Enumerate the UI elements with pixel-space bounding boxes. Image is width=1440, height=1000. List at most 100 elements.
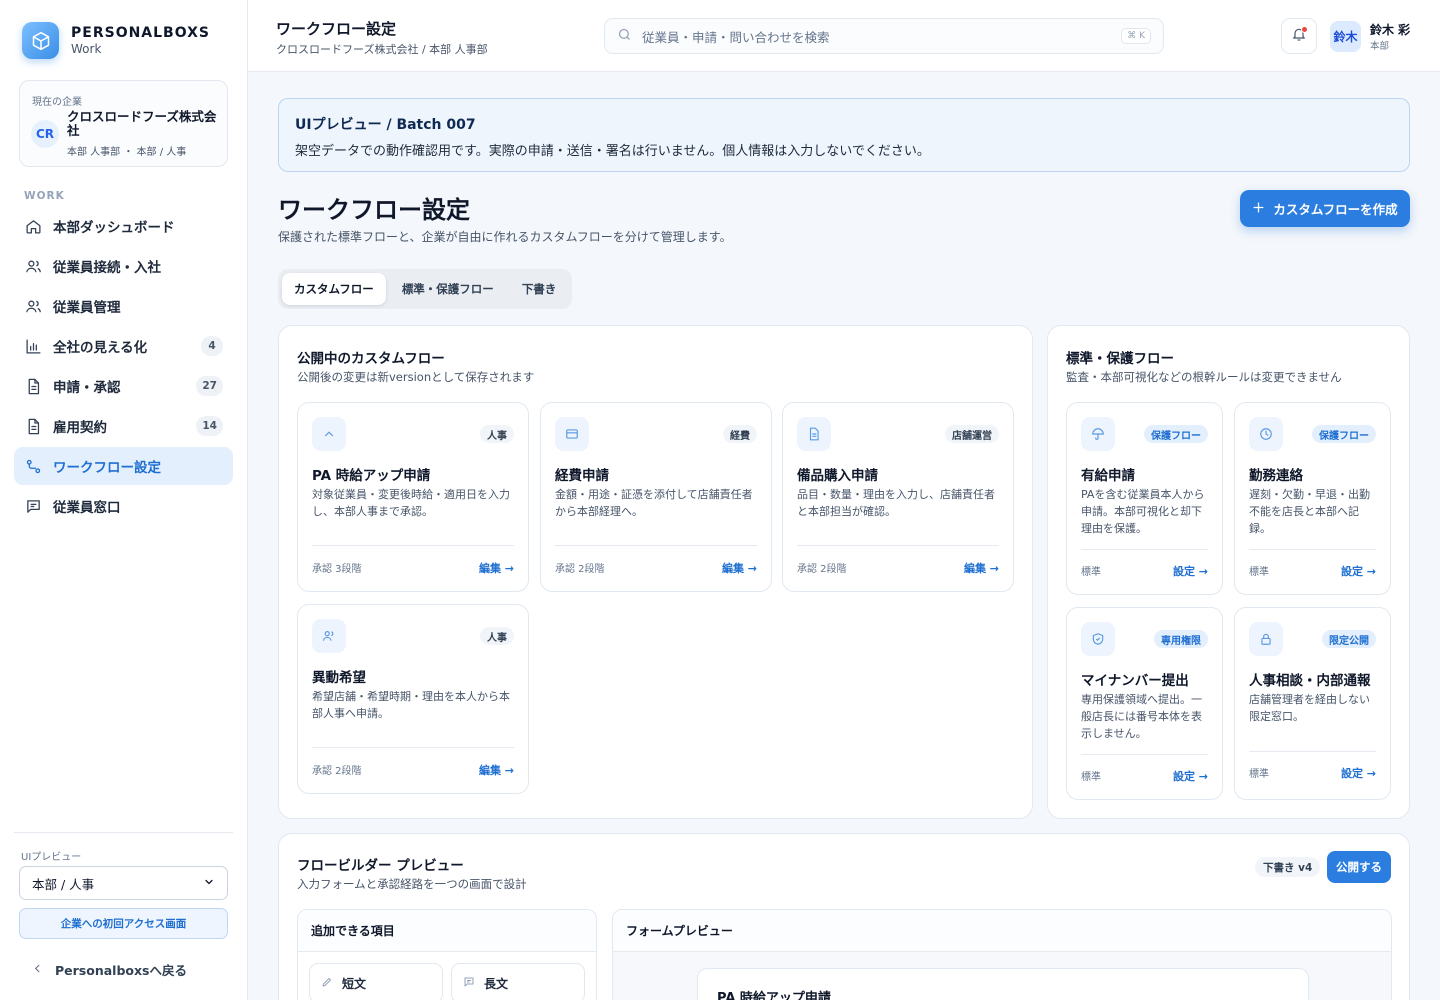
umbrella-icon xyxy=(1081,417,1115,451)
sidebar-item-label: 本部ダッシュボード xyxy=(53,220,175,236)
shield-icon xyxy=(1081,622,1115,656)
divider xyxy=(1081,549,1208,550)
form-preview-card: PA 時給アップ申請 xyxy=(697,968,1309,1000)
flow-card-title: 人事相談・内部通報 xyxy=(1249,673,1371,689)
page-title: ワークフロー設定 xyxy=(278,196,470,224)
protection-tag: 保護フロー xyxy=(1312,425,1376,443)
settings-link[interactable]: 設定 → xyxy=(1173,563,1208,579)
flow-card[interactable]: 保護フロー 有給申請 PAを含む従業員本人から申請。本部可視化と却下理由を保護。… xyxy=(1066,402,1223,595)
panel-subtitle: 監査・本部可視化などの根幹ルールは変更できません xyxy=(1066,370,1342,384)
nav-section-label: WORK xyxy=(24,190,65,202)
bar-chart-icon xyxy=(24,337,42,355)
form-preview-canvas: PA 時給アップ申請 xyxy=(613,952,1391,1000)
flow-card[interactable]: 店舗運営 備品購入申請 品目・数量・理由を入力し、店舗責任者と本部担当が確認。 … xyxy=(782,402,1014,592)
count-badge: 14 xyxy=(196,416,223,436)
panel-title: 公開中のカスタムフロー xyxy=(297,351,445,367)
count-badge: 27 xyxy=(196,376,223,396)
settings-link[interactable]: 設定 → xyxy=(1173,768,1208,784)
users-icon xyxy=(24,257,42,275)
form-preview-title: フォームプレビュー xyxy=(613,910,1391,952)
edit-link[interactable]: 編集 → xyxy=(479,560,514,576)
notice-title: UIプレビュー / Batch 007 xyxy=(295,117,476,133)
sidebar-item-visibility[interactable]: 全社の見える化 4 xyxy=(14,327,233,365)
flow-card-title: 備品購入申請 xyxy=(797,468,878,484)
sidebar-item-contracts[interactable]: 雇用契約 14 xyxy=(14,407,233,445)
field-short-text[interactable]: 短文 xyxy=(309,963,443,1000)
panel-subtitle: 公開後の変更は新versionとして保存されます xyxy=(297,370,535,384)
notifications-button[interactable] xyxy=(1281,18,1317,54)
flow-type: 標準 xyxy=(1081,772,1101,783)
create-custom-flow-button[interactable]: カスタムフローを作成 xyxy=(1240,190,1410,227)
sidebar-item-helpdesk[interactable]: 従業員窓口 xyxy=(14,487,233,525)
sidebar-item-onboarding[interactable]: 従業員接続・入社 xyxy=(14,247,233,285)
flow-builder-panel: フロービルダー プレビュー 入力フォームと承認経路を一つの画面で設計 追加できる… xyxy=(278,833,1410,1000)
sidebar-item-label: 従業員窓口 xyxy=(53,500,121,516)
company-switcher[interactable]: 現在の企業 CR クロスロードフーズ株式会社 本部 人事部 ・ 本部 / 人事 xyxy=(19,80,228,167)
page-header-title: ワークフロー設定 xyxy=(276,20,397,38)
plus-icon xyxy=(1252,201,1265,217)
brand-sub: Work xyxy=(71,42,102,56)
edit-link[interactable]: 編集 → xyxy=(964,560,999,576)
flow-type: 標準 xyxy=(1249,769,1269,780)
first-access-button[interactable]: 企業への初回アクセス画面 xyxy=(19,908,228,939)
tab-custom-flow[interactable]: カスタムフロー xyxy=(282,273,386,305)
category-tag: 経費 xyxy=(723,425,757,443)
edit-link[interactable]: 編集 → xyxy=(479,762,514,778)
flow-card-desc: 店舗管理者を経由しない限定窓口。 xyxy=(1249,693,1370,723)
notification-dot xyxy=(1301,26,1308,33)
role-preview-value: 本部 / 人事 xyxy=(32,876,95,892)
flow-card[interactable]: 専用権限 マイナンバー提出 専用保護領域へ提出。一般店長には番号本体を表示しませ… xyxy=(1066,607,1223,800)
chevron-down-icon xyxy=(203,876,215,891)
sidebar-item-workflow[interactable]: ワークフロー設定 xyxy=(14,447,233,485)
divider xyxy=(797,545,999,546)
search-shortcut: ⌘ K xyxy=(1121,28,1151,44)
field-long-text[interactable]: 長文 xyxy=(451,963,585,1000)
sidebar-item-dashboard[interactable]: 本部ダッシュボード xyxy=(14,207,233,245)
flow-card-desc: 金額・用途・証憑を添付して店舗責任者から本部経理へ。 xyxy=(555,488,753,518)
flow-card[interactable]: 経費 経費申請 金額・用途・証憑を添付して店舗責任者から本部経理へ。 承認 2段… xyxy=(540,402,772,592)
sidebar-item-label: 全社の見える化 xyxy=(53,340,148,356)
flow-card[interactable]: 人事 異動希望 希望店舗・希望時期・理由を本人から本部人事へ申請。 承認 2段階… xyxy=(297,604,529,794)
home-icon xyxy=(24,217,42,235)
tab-drafts[interactable]: 下書き xyxy=(510,273,569,305)
panel-subtitle: 入力フォームと承認経路を一つの画面で設計 xyxy=(297,877,527,891)
edit-link[interactable]: 編集 → xyxy=(722,560,757,576)
document-icon xyxy=(797,417,831,451)
flow-card[interactable]: 保護フロー 勤務連絡 遅刻・欠勤・早退・出勤不能を店長と本部へ記録。 標準 設定… xyxy=(1234,402,1391,595)
sidebar-item-employees[interactable]: 従業員管理 xyxy=(14,287,233,325)
role-preview-select[interactable]: 本部 / 人事 xyxy=(19,866,228,900)
flow-type: 標準 xyxy=(1081,567,1101,578)
sidebar-item-requests[interactable]: 申請・承認 27 xyxy=(14,367,233,405)
approval-steps: 承認 2段階 xyxy=(797,564,847,575)
pencil-icon xyxy=(321,976,333,991)
user-name[interactable]: 鈴木 彩 xyxy=(1370,21,1410,38)
flow-card[interactable]: 限定公開 人事相談・内部通報 店舗管理者を経由しない限定窓口。 標準 設定 → xyxy=(1234,607,1391,800)
avatar[interactable]: 鈴木 xyxy=(1330,21,1361,52)
flow-card-title: 経費申請 xyxy=(555,468,609,484)
chevron-up-icon xyxy=(312,417,346,451)
standard-flows-panel: 標準・保護フロー 監査・本部可視化などの根幹ルールは変更できません 保護フロー … xyxy=(1047,325,1410,819)
flow-card[interactable]: 人事 PA 時給アップ申請 対象従業員・変更後時給・適用日を入力し、本部人事まで… xyxy=(297,402,529,592)
flow-card-desc: 品目・数量・理由を入力し、店舗責任者と本部担当が確認。 xyxy=(797,488,995,518)
sidebar: PERSONALBOXS Work 現在の企業 CR クロスロードフーズ株式会社… xyxy=(0,0,248,1000)
tab-standard-flow[interactable]: 標準・保護フロー xyxy=(390,273,506,305)
brand[interactable]: PERSONALBOXS Work xyxy=(22,22,210,59)
ui-preview-label: UIプレビュー xyxy=(21,852,82,863)
panel-title: 標準・保護フロー xyxy=(1066,351,1174,367)
search-icon xyxy=(617,27,632,46)
search-placeholder: 従業員・申請・問い合わせを検索 xyxy=(642,29,830,45)
flow-card-title: マイナンバー提出 xyxy=(1081,673,1189,689)
panel-title: フロービルダー プレビュー xyxy=(297,858,464,874)
page-subtitle: 保護された標準フローと、企業が自由に作れるカスタムフローを分けて管理します。 xyxy=(278,230,732,244)
back-link[interactable]: Personalboxsへ戻る xyxy=(32,960,187,979)
divider xyxy=(312,747,514,748)
publish-button[interactable]: 公開する xyxy=(1327,851,1391,883)
search-input[interactable]: 従業員・申請・問い合わせを検索 ⌘ K xyxy=(604,18,1164,54)
settings-link[interactable]: 設定 → xyxy=(1341,563,1376,579)
settings-link[interactable]: 設定 → xyxy=(1341,765,1376,781)
permission-tag: 専用権限 xyxy=(1154,630,1208,648)
sidebar-item-label: 従業員管理 xyxy=(53,300,121,316)
flow-card-desc: 遅刻・欠勤・早退・出勤不能を店長と本部へ記録。 xyxy=(1249,488,1370,535)
brand-name: PERSONALBOXS xyxy=(71,25,211,41)
back-link-label: Personalboxsへ戻る xyxy=(55,963,187,978)
